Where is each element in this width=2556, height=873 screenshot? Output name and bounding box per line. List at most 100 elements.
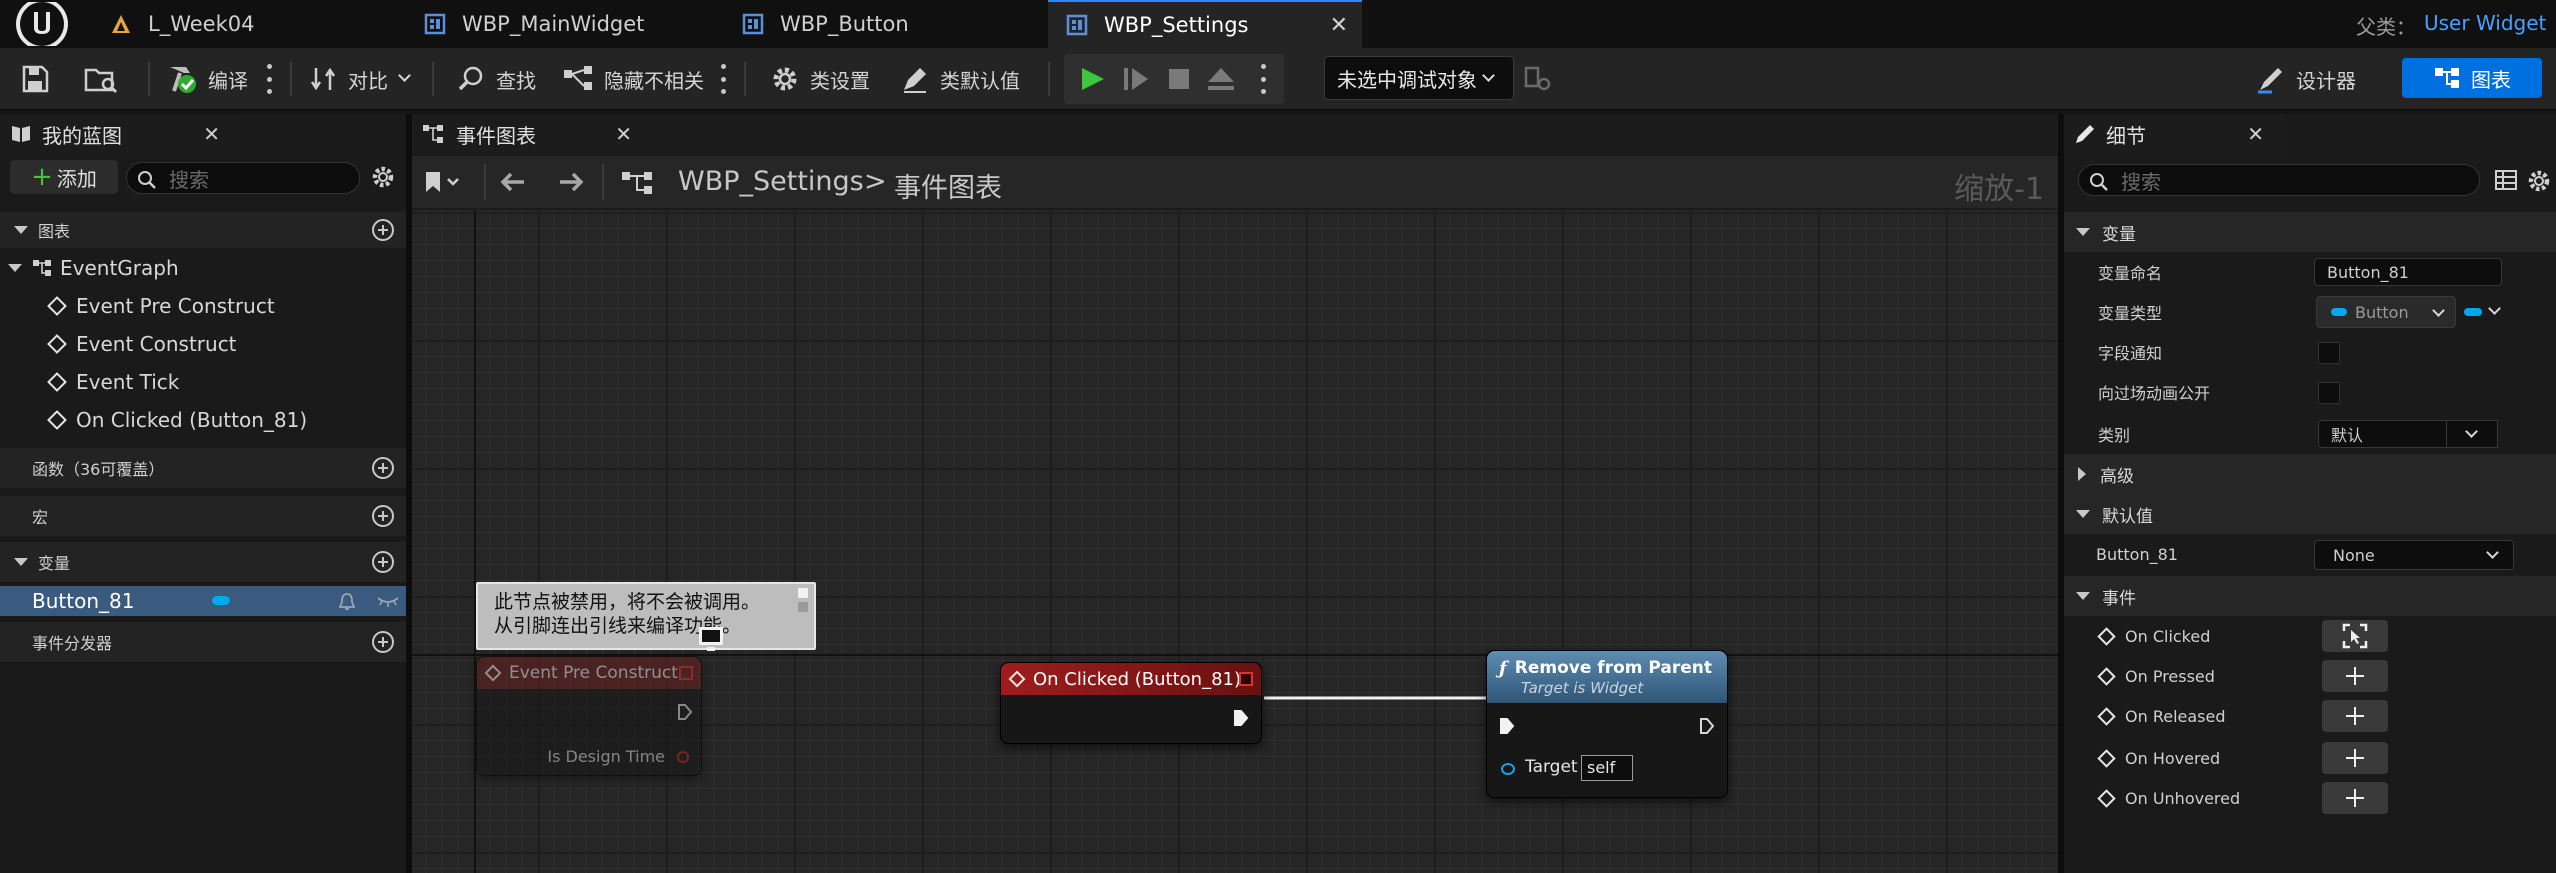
delegate-pin-icon[interactable] [679,666,693,680]
target-pin-value[interactable]: self [1581,755,1633,781]
variable-row-button-81[interactable]: Button_81 [0,586,406,616]
tree-item-event[interactable]: Event Tick [47,370,180,394]
on-clicked-goto-button[interactable] [2322,620,2388,652]
document-tab-bar: L_Week04 WBP_MainWidget WBP_Button WBP_S… [0,0,2556,48]
object-input-pin-icon[interactable] [1501,763,1515,775]
add-button[interactable]: + 添加 [10,160,118,194]
play-icon[interactable] [1078,66,1106,92]
details-pencil-icon [2076,125,2094,143]
exec-input-pin-icon[interactable] [1499,717,1515,735]
exec-output-pin-icon[interactable] [1233,709,1249,727]
unreal-logo-icon[interactable] [6,2,72,46]
on-pressed-add-button[interactable] [2322,660,2388,692]
hide-unrelated-options-icon[interactable] [720,64,726,94]
tree-item-event[interactable]: On Clicked (Button_81) [47,408,307,432]
class-defaults-label: 类默认值 [940,68,1020,93]
event-graph-tab[interactable]: 事件图表 ✕ [412,114,652,154]
node-on-clicked[interactable]: On Clicked (Button_81) [1000,662,1262,744]
close-panel-icon[interactable]: ✕ [203,122,220,146]
delegate-pin-icon[interactable] [1239,672,1253,686]
tab-wbp-settings[interactable]: WBP_Settings ✕ [1048,0,1362,48]
add-dispatcher-icon[interactable] [372,631,394,653]
section-graphs[interactable]: 图表 [0,212,406,248]
class-settings-button[interactable]: 类设置 [770,48,870,110]
bool-output-pin-icon[interactable] [677,751,689,763]
section-label: 事件分发器 [32,634,113,653]
tab-label: L_Week04 [148,12,255,36]
tab-wbp-mainwidget[interactable]: WBP_MainWidget [406,0,728,48]
bookmark-menu-icon[interactable] [424,170,464,194]
diff-button[interactable]: 对比 [308,48,411,110]
designer-mode-button[interactable]: 设计器 [2256,58,2356,100]
search-placeholder: 搜索 [2121,169,2161,194]
tree-item-event[interactable]: Event Pre Construct [47,294,275,318]
exec-output-pin-icon[interactable] [677,703,693,721]
save-icon[interactable] [20,64,50,94]
default-value-select[interactable]: None [2314,540,2514,570]
eye-closed-icon[interactable] [376,594,400,608]
section-functions[interactable]: 函数（36可覆盖） [0,448,406,488]
compile-button[interactable]: 编译 [166,48,248,110]
find-button[interactable]: 查找 [456,48,536,110]
property-label: Button_81 [2096,544,2178,564]
field-notify-checkbox[interactable] [2318,342,2340,364]
add-variable-icon[interactable] [372,551,394,573]
on-unhovered-add-button[interactable] [2322,782,2388,814]
step-icon[interactable] [1122,66,1150,92]
tree-item-eventgraph[interactable]: EventGraph [8,256,179,280]
details-section-advanced[interactable]: 高级 [2064,454,2556,494]
play-options-icon[interactable] [1260,64,1266,94]
on-hovered-add-button[interactable] [2322,742,2388,774]
add-function-icon[interactable] [372,457,394,479]
tab-l-week04[interactable]: L_Week04 [92,0,412,48]
details-section-variable[interactable]: 变量 [2064,212,2556,252]
table-view-icon[interactable] [2494,168,2518,192]
arrow-right-icon[interactable] [556,170,586,194]
close-panel-icon[interactable]: ✕ [615,122,632,146]
debug-object-select[interactable]: 未选中调试对象 [1324,56,1514,100]
arrow-left-icon[interactable] [498,170,528,194]
gear-icon[interactable] [370,164,396,190]
details-tab[interactable]: 细节 ✕ [2064,114,2284,154]
tree-item-label: Event Tick [76,370,180,394]
section-macros[interactable]: 宏 [0,496,406,536]
graph-mode-button[interactable]: 图表 [2402,58,2542,98]
my-blueprint-tab[interactable]: 我的蓝图 ✕ [0,114,240,154]
exec-output-pin-icon[interactable] [1699,717,1715,735]
close-panel-icon[interactable]: ✕ [2247,122,2264,146]
debug-filter-icon[interactable] [1524,64,1552,92]
widget-blueprint-icon [1066,14,1088,36]
details-section-default-value[interactable]: 默认值 [2064,494,2556,534]
tree-item-event[interactable]: Event Construct [47,332,237,356]
panel-splitter-left[interactable] [406,114,412,873]
hide-unrelated-button[interactable]: 隐藏不相关 [562,48,704,110]
section-event-dispatchers[interactable]: 事件分发器 [0,622,406,662]
parent-class-link[interactable]: User Widget [2424,11,2546,35]
expose-cinematics-checkbox[interactable] [2318,382,2340,404]
var-name-input[interactable]: Button_81 [2314,258,2502,286]
close-tab-icon[interactable]: ✕ [1330,13,1348,38]
breadcrumb-root[interactable]: WBP_Settings [678,166,864,197]
add-macro-icon[interactable] [372,505,394,527]
browse-content-icon[interactable] [84,64,118,94]
node-remove-from-parent[interactable]: ƒ Remove from Parent Target is Widget Ta… [1486,650,1728,798]
bell-icon[interactable] [338,592,356,612]
class-defaults-button[interactable]: 类默认值 [900,48,1020,110]
gear-icon[interactable] [2526,168,2552,194]
details-search-input[interactable]: 搜索 [2078,164,2480,196]
category-dropdown-button[interactable] [2446,420,2498,448]
var-type-select[interactable]: Button [2316,296,2456,328]
blueprint-search-input[interactable]: 搜索 [126,162,360,194]
stop-icon[interactable] [1168,68,1190,90]
container-type-pill-icon[interactable] [2464,308,2482,316]
on-released-add-button[interactable] [2322,700,2388,732]
section-variables[interactable]: 变量 [0,542,406,582]
graph-canvas[interactable]: Event Pre Construct Is Design Time 此节点被禁… [412,210,2058,873]
node-event-pre-construct[interactable]: Event Pre Construct Is Design Time [476,656,702,776]
details-section-events[interactable]: 事件 [2064,576,2556,616]
comment-pin-icon[interactable] [796,586,810,616]
add-graph-icon[interactable] [372,219,394,241]
compile-options-icon[interactable] [266,64,272,94]
eject-icon[interactable] [1206,66,1236,92]
tab-wbp-button[interactable]: WBP_Button [724,0,1046,48]
